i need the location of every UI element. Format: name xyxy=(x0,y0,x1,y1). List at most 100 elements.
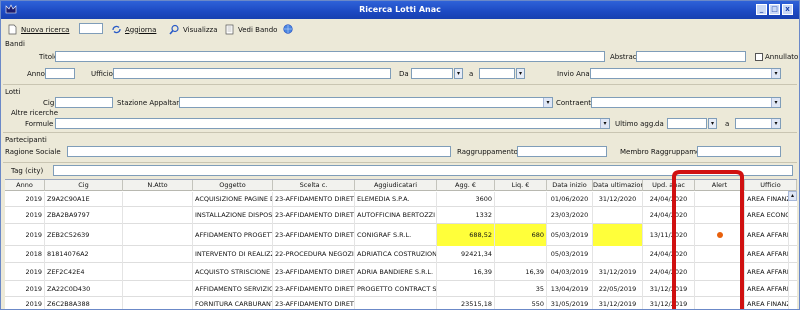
table-cell-upd: 31/12/2019 xyxy=(643,281,695,297)
ultimo-date-from-input[interactable] xyxy=(667,118,707,129)
new-search-button[interactable]: Nuova ricerca xyxy=(7,24,69,35)
invio-anac-label: Invio Anac xyxy=(557,70,594,78)
table-row[interactable]: 2019 ZBA2BA9797 INSTALLAZIONE DISPOSITI 23-… xyxy=(5,207,797,224)
table-cell-alert xyxy=(695,281,745,297)
membro-raggruppamento-input[interactable] xyxy=(697,146,781,157)
chevron-down-icon[interactable]: ▾ xyxy=(771,119,780,128)
ufficio-input[interactable] xyxy=(113,68,391,79)
ultimo-a-label: a xyxy=(725,120,730,128)
table-cell-agg: 16,39 xyxy=(437,263,495,281)
chevron-down-icon[interactable]: ▾ xyxy=(543,98,552,107)
grid-header: Anno Cig N.Atto Oggetto Scelta c. Aggiud… xyxy=(5,180,797,191)
update-button[interactable]: Aggiorna xyxy=(111,24,156,35)
table-row[interactable]: 2019ZEB2C52639 AFFIDAMENTO PROGETTAZ23-AF… xyxy=(5,224,797,246)
da-label: Da xyxy=(399,70,409,78)
bandi-date-from-input[interactable] xyxy=(411,68,453,79)
table-cell-liq xyxy=(495,192,547,207)
refresh-icon xyxy=(112,25,121,34)
table-cell-cig: ZEB2C52639 xyxy=(45,224,123,246)
invio-anac-select[interactable]: ▾ xyxy=(590,68,781,79)
contraente-select[interactable]: ▾ xyxy=(591,97,781,108)
table-cell-agg xyxy=(437,281,495,297)
table-cell-scelta: 23-AFFIDAMENTO DIRETTO xyxy=(273,224,355,246)
table-cell-ufficio: AREA AFFARI GE xyxy=(745,263,789,281)
document-icon xyxy=(225,24,234,35)
ricerca-lotti-window: Ricerca Lotti Anac _ □ x Nuova ricerca A… xyxy=(0,0,800,310)
minimize-button[interactable]: _ xyxy=(756,4,767,15)
chevron-down-icon[interactable]: ▾ xyxy=(600,119,609,128)
table-cell-ultim xyxy=(593,207,643,224)
table-cell-alert xyxy=(695,192,745,207)
column-header[interactable]: Data inizio xyxy=(547,180,593,191)
table-cell-atto xyxy=(123,281,193,297)
ultimo-date-from-dropdown[interactable]: ▾ xyxy=(708,118,717,129)
table-cell-atto xyxy=(123,192,193,207)
chevron-down-icon[interactable]: ▾ xyxy=(771,98,780,107)
table-row[interactable]: 201881814076A2 INTERVENTO DI REALIZZAZ22-… xyxy=(5,246,797,263)
table-cell-ufficio: AREA AFFARI GE xyxy=(745,281,789,297)
chevron-down-icon[interactable]: ▾ xyxy=(771,69,780,78)
raggruppamento-input[interactable] xyxy=(517,146,607,157)
table-cell-anno: 2019 xyxy=(5,281,45,297)
table-cell-anno: 2019 xyxy=(5,192,45,207)
annullato-checkbox[interactable] xyxy=(755,53,763,61)
close-button[interactable]: x xyxy=(782,4,793,15)
table-cell-upd: 24/04/2020 xyxy=(643,263,695,281)
table-cell-liq xyxy=(495,207,547,224)
scroll-up-button[interactable]: ▴ xyxy=(788,191,797,201)
table-cell-scelta: 22-PROCEDURA NEGOZIAT xyxy=(273,246,355,263)
table-cell-ufficio: AREA AFFARI GE xyxy=(745,246,789,263)
column-header[interactable]: Anno xyxy=(5,180,45,191)
bandi-date-to-dropdown[interactable]: ▾ xyxy=(516,68,525,79)
table-row[interactable]: 2019Z9A2C90A1E ACQUISIZIONE PAGINE DEL23-… xyxy=(5,192,797,207)
new-document-icon xyxy=(8,24,17,35)
view-tender-label: Vedi Bando xyxy=(238,25,278,34)
bandi-date-to-input[interactable] xyxy=(479,68,515,79)
results-grid[interactable]: Anno Cig N.Atto Oggetto Scelta c. Aggiud… xyxy=(5,179,797,309)
table-row[interactable]: 2019 Z6C2B8A388 FORNITURA CARBURANTE 23-AFF… xyxy=(5,297,797,309)
anno-input[interactable] xyxy=(45,68,75,79)
table-cell-liq: 550 xyxy=(495,297,547,309)
column-header[interactable]: Ufficio xyxy=(745,180,797,191)
column-header[interactable]: Alert xyxy=(695,180,745,191)
toolbar: Nuova ricerca Aggiorna Visualizza Vedi B… xyxy=(1,21,799,37)
formule-select[interactable]: ▾ xyxy=(55,118,610,129)
ufficio-label: Ufficio xyxy=(91,70,113,78)
table-cell-agg: 23515,18 xyxy=(437,297,495,309)
tag-input[interactable] xyxy=(53,165,793,176)
title-bar[interactable]: Ricerca Lotti Anac _ □ x xyxy=(1,1,799,19)
column-header[interactable]: Liq. € xyxy=(495,180,547,191)
table-cell-cig: ZA22C0D430 xyxy=(45,281,123,297)
abstract-input[interactable] xyxy=(636,51,746,62)
table-cell-liq xyxy=(495,246,547,263)
bandi-date-from-dropdown[interactable]: ▾ xyxy=(454,68,463,79)
table-cell-agg: 1332 xyxy=(437,207,495,224)
view-tender-button[interactable]: Vedi Bando xyxy=(224,24,277,35)
column-header[interactable]: Oggetto xyxy=(193,180,273,191)
column-header[interactable]: Upd. anac xyxy=(643,180,695,191)
search-id-input[interactable] xyxy=(79,23,103,34)
column-header[interactable]: Data ultimazione xyxy=(593,180,643,191)
view-button[interactable]: Visualizza xyxy=(169,24,217,35)
ultimo-da-label: da xyxy=(655,120,664,128)
table-cell-upd: 24/04/2020 xyxy=(643,246,695,263)
globe-icon[interactable] xyxy=(283,24,293,34)
anno-label: Anno xyxy=(27,70,45,78)
table-row[interactable]: 2019ZA22C0D430 AFFIDAMENTO SERVIZIO DI23-… xyxy=(5,281,797,297)
column-header[interactable]: N.Atto xyxy=(123,180,193,191)
stazione-select[interactable]: ▾ xyxy=(179,97,553,108)
column-header[interactable]: Cig xyxy=(45,180,123,191)
cig-input[interactable] xyxy=(55,97,113,108)
maximize-button[interactable]: □ xyxy=(769,4,780,15)
table-cell-liq: 16,39 xyxy=(495,263,547,281)
table-cell-upd: 24/04/2020 xyxy=(643,207,695,224)
table-row[interactable]: 2019ZEF2C42E4 ACQUISTO STRISCIONE PER23-A… xyxy=(5,263,797,281)
column-header[interactable]: Scelta c. xyxy=(273,180,355,191)
ragione-sociale-input[interactable] xyxy=(67,146,451,157)
ultimo-date-to-input[interactable]: ▾ xyxy=(735,118,781,129)
titolo-input[interactable] xyxy=(55,51,605,62)
column-header[interactable]: Aggiudicatari xyxy=(355,180,437,191)
table-cell-ufficio: AREA FINANZIAR xyxy=(745,297,789,309)
column-header[interactable]: Agg. € xyxy=(437,180,495,191)
altre-ricerche-label: Altre ricerche xyxy=(11,109,59,117)
